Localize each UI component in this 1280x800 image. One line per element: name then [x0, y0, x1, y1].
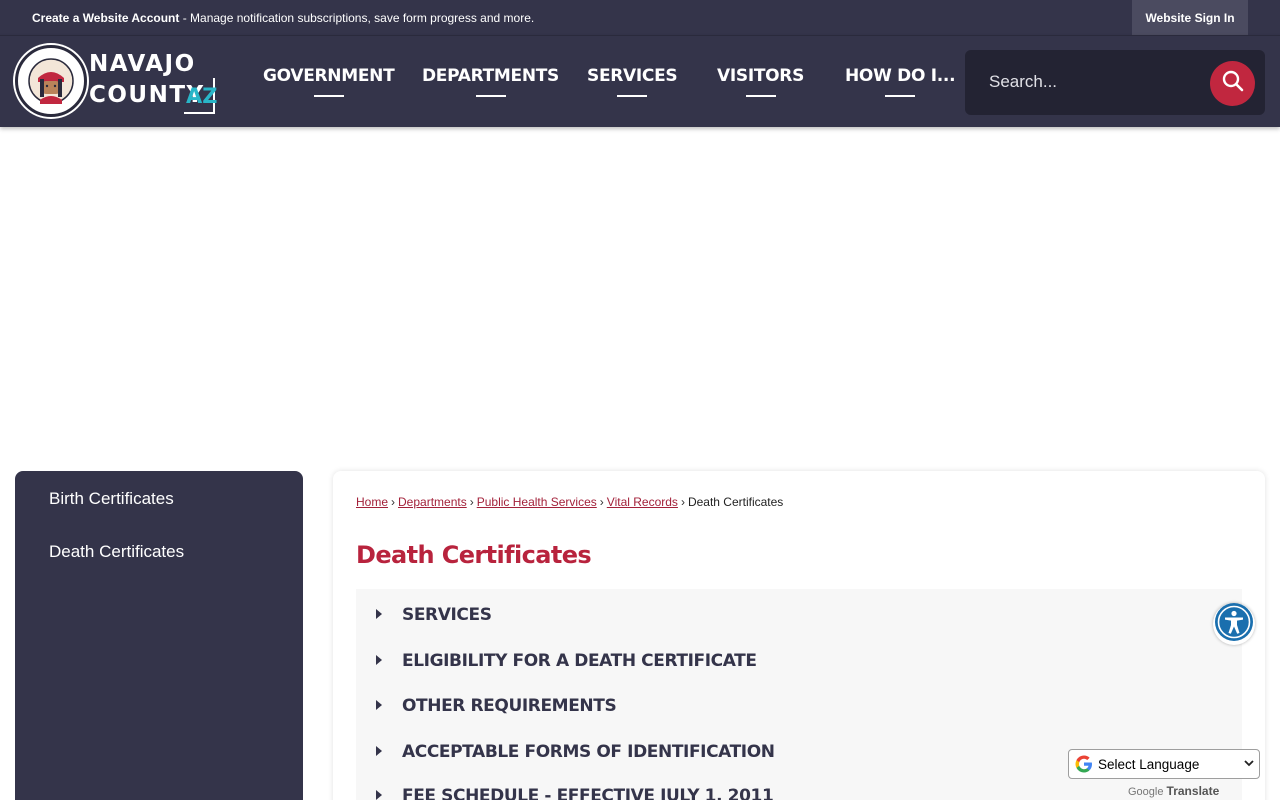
sidebar-item-death-certificates[interactable]: Death Certificates: [49, 542, 184, 562]
nav-visitors[interactable]: VISITORS: [717, 66, 805, 97]
search-icon: [1222, 70, 1244, 97]
nav-underline: [475, 95, 506, 97]
search-input[interactable]: [989, 68, 1189, 96]
accordion-label: ACCEPTABLE FORMS OF IDENTIFICATION: [402, 742, 775, 762]
accessibility-icon: [1214, 602, 1254, 647]
nav-underline: [885, 95, 916, 97]
nav-how-do-i-label: HOW DO I...: [845, 66, 956, 86]
create-account-link[interactable]: Create a Website Account: [32, 11, 179, 25]
nav-underline: [313, 95, 344, 97]
create-account-notice[interactable]: Create a Website Account - Manage notifi…: [32, 11, 534, 25]
caret-right-icon: [376, 790, 382, 800]
breadcrumb-departments[interactable]: Departments: [398, 495, 467, 509]
google-g-icon: [1074, 754, 1094, 774]
create-account-description: - Manage notification subscriptions, sav…: [179, 11, 535, 25]
accessibility-button[interactable]: [1213, 602, 1255, 647]
nav-services-label: SERVICES: [587, 66, 678, 86]
page-title: Death Certificates: [356, 541, 592, 569]
language-select[interactable]: Select Language: [1068, 749, 1260, 779]
sidebar-item-birth-certificates[interactable]: Birth Certificates: [49, 489, 174, 509]
caret-right-icon: [376, 746, 382, 756]
caret-right-icon: [376, 609, 382, 619]
arizona-badge: AZ: [184, 78, 217, 114]
accordion-label: SERVICES: [402, 605, 492, 625]
breadcrumb-home[interactable]: Home: [356, 495, 388, 509]
nav-underline: [745, 95, 776, 97]
translate-link[interactable]: Translate: [1167, 784, 1220, 798]
accordion-label: ELIGIBILITY FOR A DEATH CERTIFICATE: [402, 651, 757, 671]
breadcrumb-current: Death Certificates: [687, 495, 784, 509]
wordmark-line-1: NAVAJO: [89, 51, 196, 77]
language-select-label: Select Language: [1098, 756, 1200, 772]
utility-bar: Create a Website Account - Manage notifi…: [0, 0, 1280, 35]
accordion-item-services[interactable]: SERVICES: [356, 593, 1242, 633]
search-button[interactable]: [1210, 61, 1255, 106]
breadcrumb: Home › Departments › Public Health Services ›…: [356, 495, 784, 509]
nav-visitors-label: VISITORS: [717, 66, 805, 86]
caret-right-icon: [376, 700, 382, 710]
nav-government[interactable]: GOVERNMENT: [263, 66, 395, 97]
breadcrumb-public-health-services[interactable]: Public Health Services: [477, 495, 597, 509]
nav-how-do-i[interactable]: HOW DO I...: [845, 66, 956, 97]
accordion-item-other-requirements[interactable]: OTHER REQUIREMENTS: [356, 684, 1242, 724]
section-sidebar: Birth Certificates Death Certificates: [15, 471, 303, 800]
site-header: NAVAJO COUNTY AZ GOVERNMENT DEPARTMENTS …: [0, 35, 1280, 127]
powered-by-google-translate: Google Translate: [1128, 784, 1219, 798]
site-search: [965, 50, 1265, 115]
chevron-down-icon: [1243, 757, 1255, 772]
caret-right-icon: [376, 655, 382, 665]
nav-government-label: GOVERNMENT: [263, 66, 395, 86]
accordion-item-eligibility[interactable]: ELIGIBILITY FOR A DEATH CERTIFICATE: [356, 639, 1242, 679]
nav-departments[interactable]: DEPARTMENTS: [422, 66, 559, 97]
county-seal-logo[interactable]: [15, 45, 87, 117]
nav-services[interactable]: SERVICES: [587, 66, 678, 97]
nav-departments-label: DEPARTMENTS: [422, 66, 559, 86]
breadcrumb-vital-records[interactable]: Vital Records: [607, 495, 678, 509]
nav-underline: [617, 95, 648, 97]
accordion-label: FEE SCHEDULE - EFFECTIVE JULY 1, 2011: [402, 786, 774, 800]
accordion-label: OTHER REQUIREMENTS: [402, 696, 617, 716]
google-wordmark: Google: [1128, 786, 1164, 798]
website-sign-in-button[interactable]: Website Sign In: [1132, 0, 1248, 35]
